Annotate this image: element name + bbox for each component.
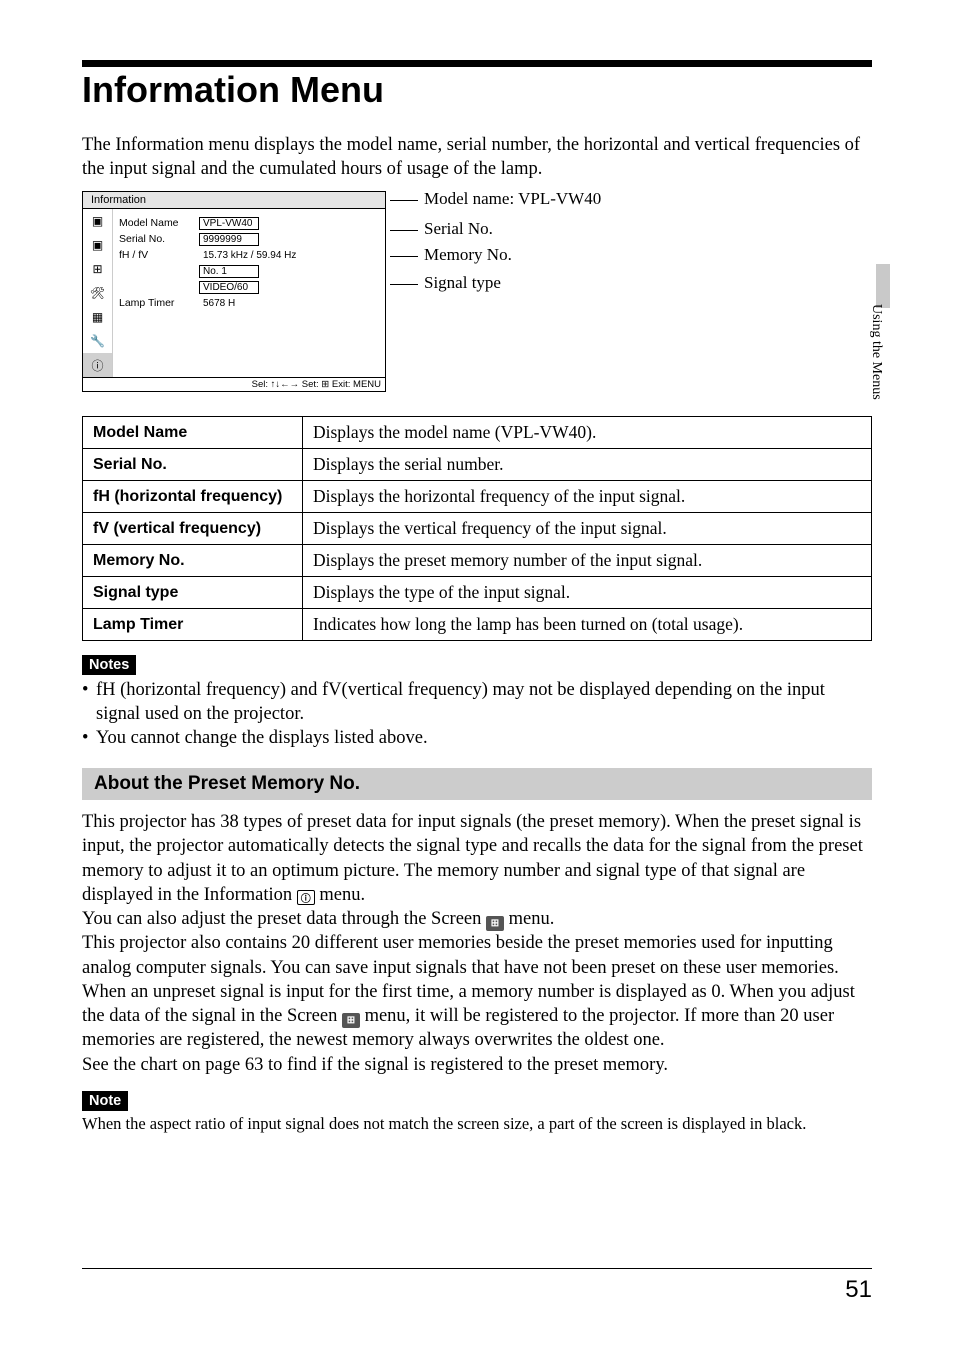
page-number: 51: [845, 1276, 872, 1304]
side-tab-text: Using the Menus: [868, 304, 884, 400]
table-val: Displays the vertical frequency of the i…: [303, 513, 872, 545]
body-block: This projector has 38 types of preset da…: [82, 810, 872, 1077]
screen-inline-icon: ⊞: [486, 916, 504, 931]
table-row: fV (vertical frequency) Displays the ver…: [83, 513, 872, 545]
table-key: fV (vertical frequency): [83, 513, 303, 545]
table-key: Model Name: [83, 417, 303, 449]
table-key: Signal type: [83, 577, 303, 609]
osd-icon-column: ▣ ▣ ⊞ 🛠 ▦ 🔧 ⓘ: [83, 209, 113, 377]
body-text: This projector also contains 20 differen…: [82, 933, 839, 977]
osd-val-signal: VIDEO/60: [199, 281, 259, 294]
body-text: menu.: [504, 909, 554, 929]
osd-label-model: Model Name: [119, 217, 199, 229]
table-row: fH (horizontal frequency) Displays the h…: [83, 481, 872, 513]
table-val: Displays the horizontal frequency of the…: [303, 481, 872, 513]
osd-val-fhfv: 15.73 kHz / 59.94 Hz: [199, 250, 296, 261]
table-key: Memory No.: [83, 545, 303, 577]
osd-title: Information: [83, 192, 385, 209]
table-val: Indicates how long the lamp has been tur…: [303, 609, 872, 641]
info-inline-icon: ⓘ: [297, 890, 315, 905]
info-icon: ⓘ: [83, 353, 112, 377]
table-row: Memory No. Displays the preset memory nu…: [83, 545, 872, 577]
table-key: fH (horizontal frequency): [83, 481, 303, 513]
osd-val-model: VPL-VW40: [199, 217, 259, 230]
table-row: Model Name Displays the model name (VPL-…: [83, 417, 872, 449]
body-text: See the chart on page 63 to find if the …: [82, 1055, 668, 1075]
side-tab-bar: [876, 264, 890, 308]
list-item: You cannot change the displays listed ab…: [82, 726, 872, 750]
table-val: Displays the preset memory number of the…: [303, 545, 872, 577]
osd-label-fhfv: fH / fV: [119, 249, 199, 261]
figure: Information ▣ ▣ ⊞ 🛠 ▦ 🔧 ⓘ Model Name VPL…: [82, 191, 872, 392]
osd-val-memory: No. 1: [199, 265, 259, 278]
callouts: Model name: VPL-VW40 Serial No. Memory N…: [400, 191, 601, 392]
osd-content: Model Name VPL-VW40 Serial No. 9999999 f…: [113, 209, 385, 377]
body-text: This projector has 38 types of preset da…: [82, 812, 863, 905]
callout-signal: Signal type: [400, 273, 601, 293]
notes-label: Notes: [82, 655, 136, 675]
table-key: Serial No.: [83, 449, 303, 481]
osd-menu: Information ▣ ▣ ⊞ 🛠 ▦ 🔧 ⓘ Model Name VPL…: [82, 191, 386, 392]
adv-picture-icon: ▣: [83, 233, 112, 257]
osd-val-lamp: 5678 H: [199, 298, 235, 309]
info-table: Model Name Displays the model name (VPL-…: [82, 416, 872, 641]
sub-heading: About the Preset Memory No.: [82, 768, 872, 800]
body-text: You can also adjust the preset data thro…: [82, 909, 486, 929]
table-row: Lamp Timer Indicates how long the lamp h…: [83, 609, 872, 641]
callout-model: Model name: VPL-VW40: [400, 189, 601, 209]
list-item: fH (horizontal frequency) and fV(vertica…: [82, 678, 872, 726]
note-label: Note: [82, 1091, 128, 1111]
screen-icon: ⊞: [83, 257, 112, 281]
osd-label-lamp: Lamp Timer: [119, 297, 199, 309]
setup-icon: 🛠: [83, 281, 112, 305]
osd-val-serial: 9999999: [199, 233, 259, 246]
note-text: When the aspect ratio of input signal do…: [82, 1114, 872, 1135]
osd-footer: Sel: ↑↓←→ Set: ⊞ Exit: MENU: [83, 377, 385, 391]
install-icon: 🔧: [83, 329, 112, 353]
callout-memory: Memory No.: [400, 245, 601, 265]
page-title: Information Menu: [82, 69, 872, 111]
body-text: menu.: [315, 885, 365, 905]
function-icon: ▦: [83, 305, 112, 329]
table-val: Displays the type of the input signal.: [303, 577, 872, 609]
table-key: Lamp Timer: [83, 609, 303, 641]
table-val: Displays the model name (VPL-VW40).: [303, 417, 872, 449]
side-tab: Using the Menus: [852, 286, 872, 442]
screen-inline-icon: ⊞: [342, 1013, 360, 1028]
intro-paragraph: The Information menu displays the model …: [82, 133, 872, 181]
title-rule: [82, 60, 872, 67]
notes-list: fH (horizontal frequency) and fV(vertica…: [82, 678, 872, 750]
callout-serial: Serial No.: [400, 219, 601, 239]
osd-label-serial: Serial No.: [119, 233, 199, 245]
table-row: Signal type Displays the type of the inp…: [83, 577, 872, 609]
table-val: Displays the serial number.: [303, 449, 872, 481]
picture-icon: ▣: [83, 209, 112, 233]
table-row: Serial No. Displays the serial number.: [83, 449, 872, 481]
